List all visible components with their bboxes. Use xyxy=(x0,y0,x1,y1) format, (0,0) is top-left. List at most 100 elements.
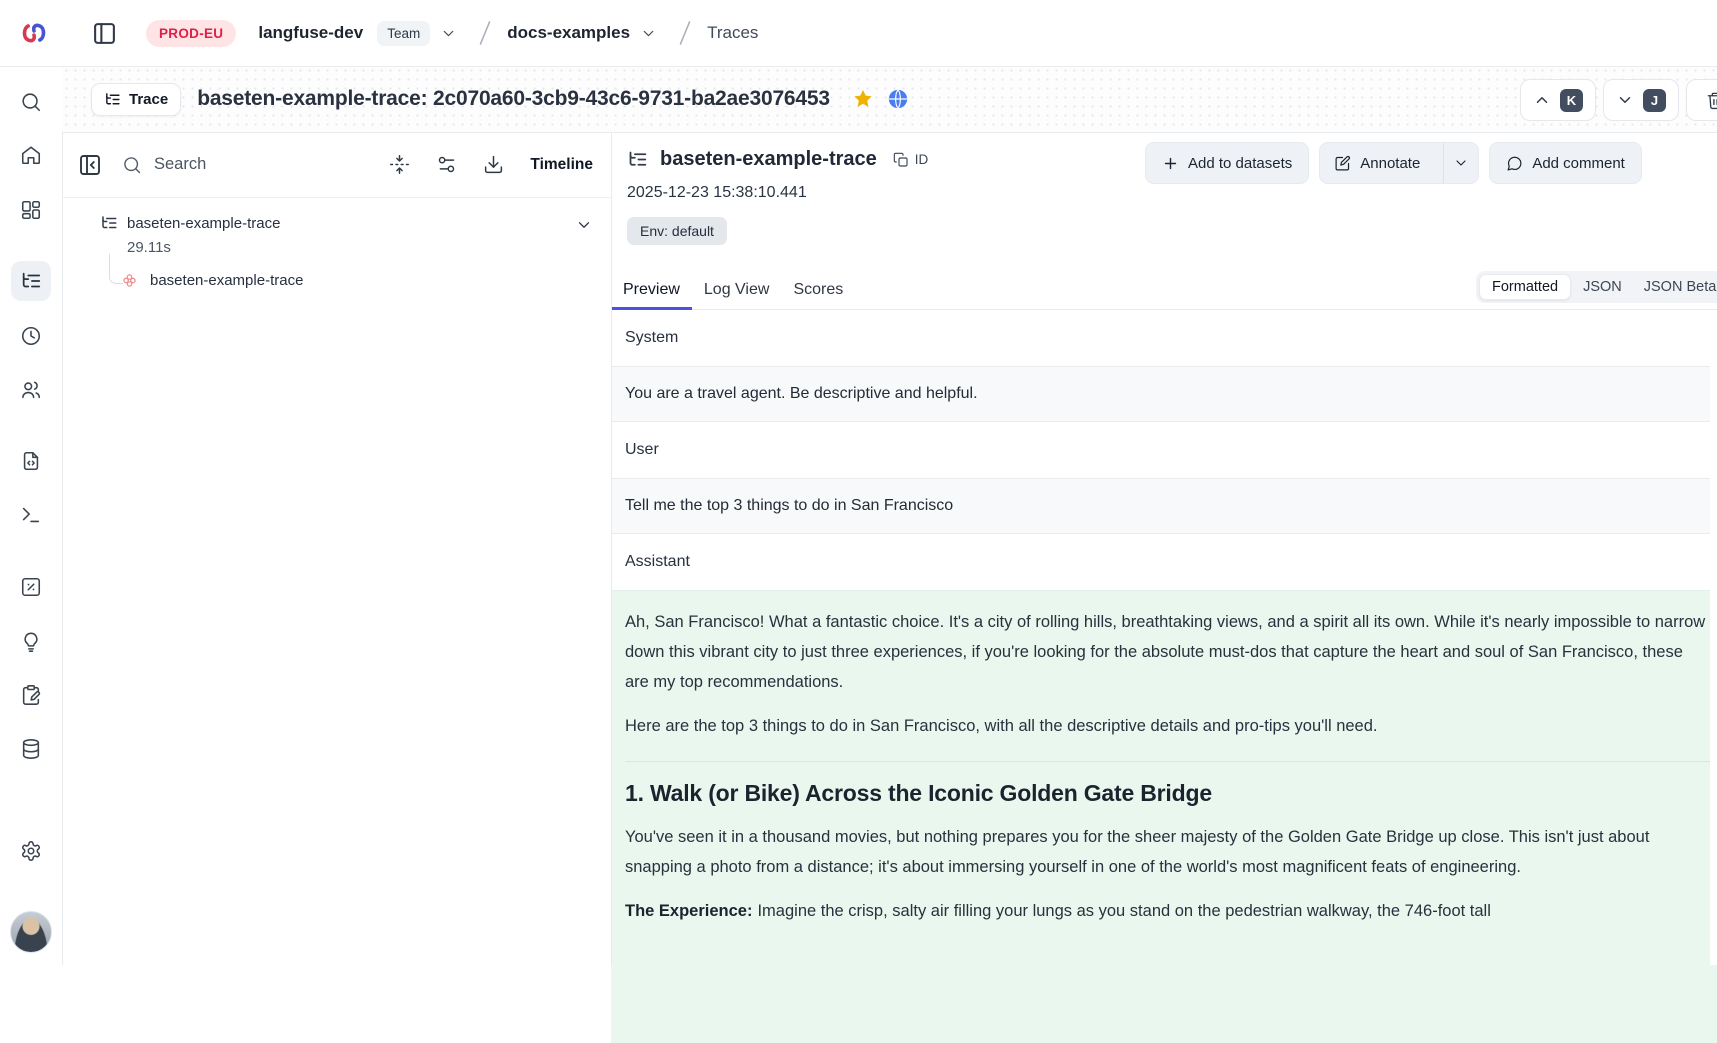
clock-icon xyxy=(20,325,42,347)
bookmark-star-button[interactable] xyxy=(852,88,874,110)
generation-icon xyxy=(121,272,138,289)
collapse-panel-button[interactable] xyxy=(78,153,102,177)
tree-search xyxy=(122,154,306,175)
sidebar-item-datasets[interactable] xyxy=(11,729,51,769)
sidebar-item-prompts[interactable] xyxy=(11,441,51,481)
assistant-bold-lead: The Experience: xyxy=(625,902,752,920)
chevron-down-icon xyxy=(1453,155,1469,171)
list-tree-icon xyxy=(627,149,648,170)
square-pen-icon xyxy=(1334,155,1351,172)
annotate-button[interactable]: Annotate xyxy=(1320,143,1434,183)
trace-timestamp: 2025-12-23 15:38:10.441 xyxy=(627,184,1717,202)
dashboard-grid-icon xyxy=(20,199,42,221)
observation-title: baseten-example-trace xyxy=(660,148,877,171)
view-settings-button[interactable] xyxy=(436,154,457,175)
org-type-badge: Team xyxy=(377,21,430,46)
chevron-down-icon xyxy=(440,25,457,42)
chevron-down-icon xyxy=(575,216,593,234)
public-share-button[interactable] xyxy=(887,88,909,110)
annotate-split-button: Annotate xyxy=(1319,142,1479,184)
project-switcher-button[interactable] xyxy=(640,25,657,42)
assistant-section-header: Assistant xyxy=(611,534,1717,590)
sidebar-item-evaluation[interactable] xyxy=(11,567,51,607)
format-json-option[interactable]: JSON xyxy=(1573,274,1632,300)
globe-icon xyxy=(887,88,909,110)
sidebar-item-insights[interactable] xyxy=(11,622,51,662)
sidebar-toggle-button[interactable] xyxy=(88,17,120,49)
tab-log-view[interactable]: Log View xyxy=(692,271,782,309)
sidebar-item-users[interactable] xyxy=(11,370,51,410)
star-icon xyxy=(852,88,874,110)
tree-node-duration: 29.11s xyxy=(127,239,593,256)
org-switcher-button[interactable] xyxy=(440,25,457,42)
tab-scores[interactable]: Scores xyxy=(781,271,855,309)
format-json-beta-option[interactable]: JSON Beta xyxy=(1634,274,1717,300)
user-message: Tell me the top 3 things to do in San Fr… xyxy=(611,478,1717,534)
list-tree-icon xyxy=(100,214,118,232)
tab-preview[interactable]: Preview xyxy=(611,271,692,309)
collapse-all-button[interactable] xyxy=(389,154,410,175)
chevron-down-icon xyxy=(640,25,657,42)
sidebar-item-playground[interactable] xyxy=(11,495,51,535)
user-avatar[interactable] xyxy=(10,911,52,953)
assistant-paragraph: The Experience: Imagine the crisp, salty … xyxy=(625,896,1710,926)
trash-icon xyxy=(1706,91,1717,110)
sidebar-item-home[interactable] xyxy=(11,135,51,175)
scrollbar-gutter[interactable] xyxy=(1710,332,1717,965)
collapse-node-button[interactable] xyxy=(575,216,593,234)
delete-trace-button[interactable] xyxy=(1686,79,1717,121)
next-trace-button[interactable]: J xyxy=(1603,79,1679,121)
user-section-header: User xyxy=(611,422,1717,478)
previous-trace-button[interactable]: K xyxy=(1520,79,1596,121)
tree-child-node[interactable]: baseten-example-trace xyxy=(62,272,611,289)
system-section-header: System xyxy=(611,310,1717,366)
copy-icon xyxy=(893,152,909,168)
search-icon xyxy=(122,155,142,175)
fold-vertical-icon xyxy=(389,154,410,175)
sliders-icon xyxy=(436,154,457,175)
trace-title: baseten-example-trace: 2c070a60-3cb9-43c… xyxy=(197,87,830,111)
clipboard-pen-icon xyxy=(20,684,42,706)
trace-badge-label: Trace xyxy=(129,91,168,108)
assistant-message: Ah, San Francisco! What a fantastic choi… xyxy=(611,590,1717,1043)
sidebar-item-search[interactable] xyxy=(11,82,51,122)
format-formatted-option[interactable]: Formatted xyxy=(1479,274,1571,300)
trace-navigation: K J xyxy=(1520,79,1717,121)
add-comment-label: Add comment xyxy=(1532,155,1625,172)
tree-node-label: baseten-example-trace xyxy=(127,215,280,232)
panel-left-icon xyxy=(92,21,117,46)
sidebar-item-annotation[interactable] xyxy=(11,675,51,715)
trace-detail-panel: baseten-example-trace ID Add to datasets… xyxy=(611,132,1717,965)
assistant-paragraph-text: Imagine the crisp, salty air filling you… xyxy=(757,902,1490,920)
list-tree-icon xyxy=(104,91,121,108)
sidebar-item-settings[interactable] xyxy=(11,831,51,871)
annotate-dropdown-button[interactable] xyxy=(1443,143,1478,183)
trace-tree-panel: Timeline baseten-example-trace 29.11s ba… xyxy=(62,132,612,965)
add-to-datasets-label: Add to datasets xyxy=(1188,155,1292,172)
breadcrumb-org[interactable]: langfuse-dev xyxy=(258,23,363,43)
timeline-toggle-label[interactable]: Timeline xyxy=(530,156,593,174)
copy-id-button[interactable] xyxy=(893,152,909,168)
tree-root-node[interactable]: baseten-example-trace 29.11s xyxy=(62,214,611,256)
system-message: You are a travel agent. Be descriptive a… xyxy=(611,366,1717,422)
breadcrumb-section[interactable]: Traces xyxy=(707,23,758,43)
sidebar-item-traces[interactable] xyxy=(11,261,51,301)
breadcrumb-project[interactable]: docs-examples xyxy=(507,23,630,43)
lightbulb-icon xyxy=(20,631,42,653)
id-label: ID xyxy=(915,152,929,167)
sidebar-item-sessions[interactable] xyxy=(11,316,51,356)
trace-tree: baseten-example-trace 29.11s baseten-exa… xyxy=(62,198,611,289)
tree-toolbar: Timeline xyxy=(62,132,611,198)
download-button[interactable] xyxy=(483,154,504,175)
sidebar-item-dashboards[interactable] xyxy=(11,190,51,230)
add-comment-button[interactable]: Add comment xyxy=(1489,142,1642,184)
trace-type-badge: Trace xyxy=(91,83,181,116)
add-to-datasets-button[interactable]: Add to datasets xyxy=(1145,142,1309,184)
home-icon xyxy=(20,144,42,166)
search-input[interactable] xyxy=(152,154,306,175)
plus-icon xyxy=(1162,155,1179,172)
tree-connector-line xyxy=(109,254,123,284)
keyboard-shortcut-badge: K xyxy=(1560,89,1583,112)
users-icon xyxy=(20,379,42,401)
panel-left-close-icon xyxy=(78,153,102,177)
